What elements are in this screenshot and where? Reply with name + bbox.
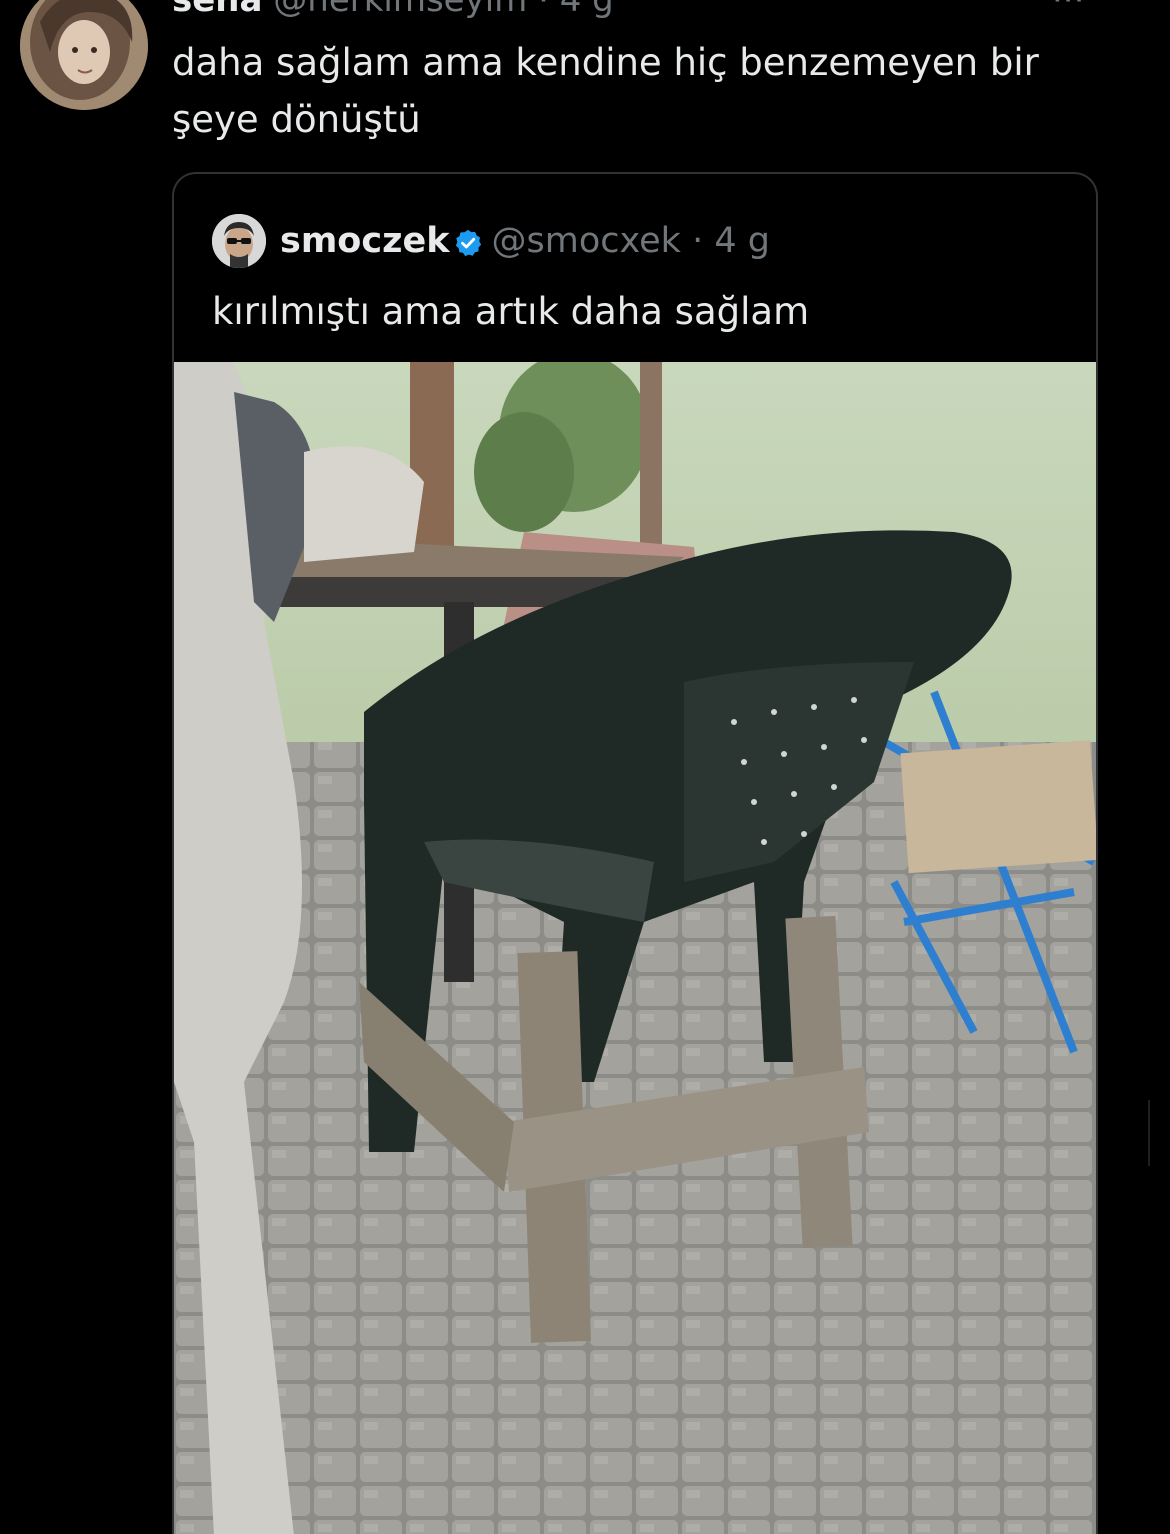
- quoted-avatar-image: [212, 214, 266, 268]
- more-options-icon[interactable]: ···: [1052, 0, 1084, 22]
- tweet[interactable]: sena @herkimseyim · 4 g ··· daha sağlam …: [0, 0, 1170, 1534]
- quoted-display-name[interactable]: smoczek: [280, 221, 449, 261]
- tweet-time[interactable]: 4 g: [560, 0, 614, 20]
- scroll-indicator: [1148, 1100, 1150, 1166]
- user-handle[interactable]: @herkimseyim: [273, 0, 527, 20]
- user-avatar[interactable]: [20, 0, 148, 110]
- verified-badge-icon: [453, 222, 483, 272]
- photo-illustration: [174, 352, 1096, 1534]
- quoted-tweet-text: kırılmıştı ama artık daha sağlam: [212, 290, 810, 333]
- tweet-header: sena @herkimseyim · 4 g ···: [172, 0, 1084, 22]
- quoted-user-avatar[interactable]: [212, 214, 266, 268]
- tweet-text: daha sağlam ama kendine hiç benzemeyen b…: [172, 41, 1039, 141]
- avatar-image: [20, 0, 148, 110]
- display-name[interactable]: sena: [172, 0, 262, 20]
- quoted-tweet[interactable]: smoczek @smocxek · 4 g kırılmıştı ama art…: [172, 172, 1098, 1534]
- quoted-tweet-header: smoczek @smocxek · 4 g: [280, 216, 770, 272]
- quoted-user-handle[interactable]: @smocxek: [491, 221, 680, 261]
- quoted-tweet-time[interactable]: 4 g: [714, 221, 770, 261]
- tweet-photo[interactable]: [174, 352, 1096, 1534]
- quoted-time-separator: ·: [692, 221, 704, 261]
- time-separator: ·: [538, 0, 549, 20]
